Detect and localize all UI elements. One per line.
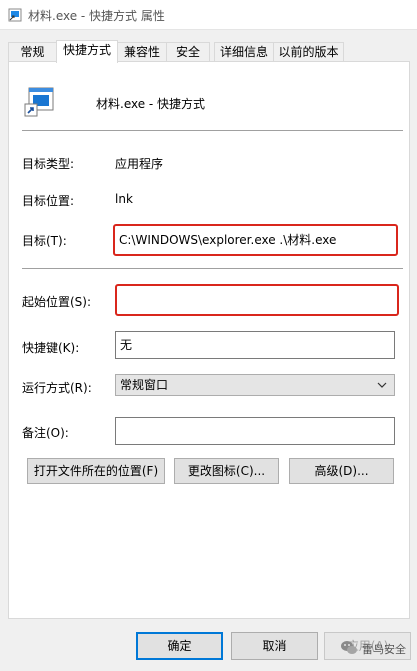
tab-previous-versions[interactable]: 以前的版本 <box>273 42 344 62</box>
tab-shortcut[interactable]: 快捷方式 <box>56 40 118 63</box>
target-location-label: 目标位置: <box>22 194 75 208</box>
tab-security[interactable]: 安全 <box>166 42 210 62</box>
hotkey-label: 快捷键(K): <box>22 341 80 355</box>
start-in-label: 起始位置(S): <box>22 295 92 309</box>
run-mode-value: 常规窗口 <box>120 378 169 392</box>
separator <box>22 130 403 131</box>
target-location-value: lnk <box>115 192 133 206</box>
run-mode-select[interactable]: 常规窗口 <box>115 374 395 396</box>
hotkey-input[interactable]: 无 <box>115 331 395 359</box>
application-icon <box>24 87 54 117</box>
comment-input[interactable] <box>115 417 395 445</box>
chevron-down-icon <box>377 382 387 388</box>
watermark-text: 雷鸟安全 <box>362 643 406 656</box>
comment-label: 备注(O): <box>22 426 69 440</box>
title-bar: 材料.exe - 快捷方式 属性 <box>0 0 417 30</box>
tab-details[interactable]: 详细信息 <box>214 42 274 62</box>
ok-button[interactable]: 确定 <box>136 632 223 660</box>
shortcut-name: 材料.exe - 快捷方式 <box>96 97 206 111</box>
cancel-button[interactable]: 取消 <box>231 632 318 660</box>
target-type-label: 目标类型: <box>22 157 75 171</box>
window-title: 材料.exe - 快捷方式 属性 <box>28 9 165 23</box>
tab-compatibility[interactable]: 兼容性 <box>117 42 167 62</box>
shortcut-panel: 材料.exe - 快捷方式 目标类型: 应用程序 目标位置: lnk 目标(T)… <box>8 61 410 619</box>
separator <box>22 268 403 269</box>
target-type-value: 应用程序 <box>115 157 164 171</box>
start-in-input[interactable] <box>115 284 399 316</box>
open-file-location-button[interactable]: 打开文件所在的位置(F) <box>27 458 165 484</box>
wechat-icon <box>341 641 357 654</box>
change-icon-button[interactable]: 更改图标(C)... <box>174 458 279 484</box>
target-label: 目标(T): <box>22 234 67 248</box>
tab-general[interactable]: 常规 <box>8 42 57 62</box>
advanced-button[interactable]: 高级(D)... <box>289 458 394 484</box>
watermark: 雷鸟安全 <box>338 637 413 661</box>
target-input[interactable]: C:\WINDOWS\explorer.exe .\材料.exe <box>113 224 398 256</box>
run-label: 运行方式(R): <box>22 381 92 395</box>
shortcut-file-icon <box>8 8 22 22</box>
tab-strip: 常规 快捷方式 兼容性 安全 详细信息 以前的版本 <box>0 40 417 63</box>
